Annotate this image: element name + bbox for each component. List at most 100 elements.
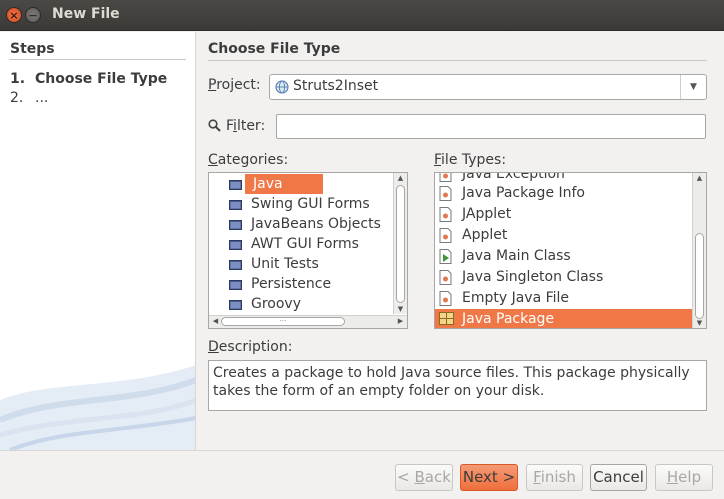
window-title: New File — [52, 6, 120, 22]
steps-panel: Steps 1. Choose File Type 2.... — [0, 32, 196, 450]
description-text: Creates a package to hold Java source fi… — [208, 360, 707, 411]
back-button-mnemonic: B — [414, 468, 425, 486]
file-types-vertical-scrollbar[interactable]: ▲ ▼ — [692, 173, 706, 328]
category-item-persistence[interactable]: Persistence — [209, 274, 399, 294]
step-2: 2.... — [10, 90, 48, 106]
file-type-label: Empty Java File — [462, 290, 570, 306]
scrollbar-thumb[interactable]: ··· — [221, 317, 345, 326]
steps-title: Steps — [10, 41, 55, 57]
filter-label: Filter: — [226, 118, 265, 134]
category-label: Groovy — [251, 296, 301, 312]
java-main-class-icon — [439, 249, 452, 264]
java-file-icon — [439, 173, 452, 182]
file-type-item-java-package-info[interactable]: Java Package Info — [435, 183, 692, 203]
java-file-icon — [439, 207, 452, 222]
help-button-mnemonic: H — [666, 468, 679, 486]
file-type-label: Java Main Class — [462, 248, 571, 264]
file-type-item-empty-java-file[interactable]: Empty Java File — [435, 288, 692, 308]
scroll-up-icon[interactable]: ▲ — [394, 174, 407, 182]
section-title: Choose File Type — [208, 41, 341, 57]
category-label: Swing GUI Forms — [251, 196, 370, 212]
minimize-window-button[interactable]: − — [25, 7, 41, 23]
category-item-awt-gui-forms[interactable]: AWT GUI Forms — [209, 234, 399, 254]
file-type-item-japplet[interactable]: JApplet — [435, 204, 692, 224]
category-item-unit-tests[interactable]: Unit Tests — [209, 254, 399, 274]
scroll-up-icon[interactable]: ▲ — [693, 174, 706, 182]
project-dropdown[interactable]: Struts2Inset ▼ — [269, 74, 707, 100]
category-label: JavaBeans Objects — [251, 216, 381, 232]
scrollbar-thumb[interactable] — [695, 233, 704, 319]
chevron-down-icon[interactable]: ▼ — [680, 75, 706, 99]
step-number: 1. — [10, 71, 26, 87]
scroll-down-icon[interactable]: ▼ — [693, 319, 706, 327]
filter-input[interactable] — [276, 114, 706, 139]
finish-button[interactable]: Finish — [526, 464, 583, 491]
project-label-mnemonic: P — [208, 77, 217, 93]
help-button-label: elp — [678, 468, 702, 486]
steps-divider — [9, 59, 186, 60]
categories-label-text: ategories: — [217, 152, 289, 168]
file-type-item-java-main-class[interactable]: Java Main Class — [435, 246, 692, 266]
file-types-label-mnemonic: F — [434, 152, 442, 168]
project-label: Project: — [208, 77, 261, 93]
filter-label-pre: F — [226, 118, 234, 134]
categories-list[interactable]: Java Swing GUI Forms JavaBeans Objects A… — [208, 172, 408, 329]
file-type-label: JApplet — [462, 206, 512, 222]
folder-icon — [229, 280, 242, 290]
main-panel: Choose File Type Project: Struts2Inset ▼… — [196, 32, 724, 450]
button-bar: < Back Next > Finish Cancel Help — [0, 450, 724, 499]
back-button-prefix: < — [397, 468, 415, 486]
file-types-list[interactable]: Java Exception Java Package Info JApplet… — [434, 172, 707, 329]
category-item-groovy[interactable]: Groovy — [209, 294, 399, 314]
close-window-button[interactable]: × — [6, 7, 22, 23]
file-types-label-text: ile Types: — [441, 152, 507, 168]
category-label: AWT GUI Forms — [251, 236, 359, 252]
decorative-swoosh-graphic — [0, 365, 195, 450]
next-button[interactable]: Next > — [460, 464, 518, 491]
file-type-item-applet[interactable]: Applet — [435, 225, 692, 245]
java-file-icon — [439, 186, 452, 201]
category-label: Persistence — [251, 276, 332, 292]
file-type-item-java-package[interactable]: Java Package — [435, 309, 692, 328]
file-type-label: Java Package Info — [462, 185, 585, 201]
category-item-swing-gui-forms[interactable]: Swing GUI Forms — [209, 194, 399, 214]
categories-label: Categories: — [208, 152, 288, 168]
category-item-javabeans-objects[interactable]: JavaBeans Objects — [209, 214, 399, 234]
title-bar: × − New File — [0, 0, 724, 31]
categories-horizontal-scrollbar[interactable]: ◀ ··· ▶ — [209, 315, 407, 328]
description-label: Description: — [208, 339, 292, 355]
categories-label-mnemonic: C — [208, 152, 218, 168]
java-file-icon — [439, 270, 452, 285]
java-file-icon — [439, 228, 452, 243]
step-1: 1. Choose File Type — [10, 71, 167, 87]
folder-icon — [229, 300, 242, 310]
folder-icon — [229, 220, 242, 230]
search-icon — [208, 119, 221, 132]
category-item-java[interactable]: Java — [245, 174, 323, 194]
step-label: Choose File Type — [35, 71, 168, 87]
cancel-button[interactable]: Cancel — [590, 464, 647, 491]
back-button[interactable]: < Back — [395, 464, 453, 491]
help-button[interactable]: Help — [655, 464, 713, 491]
scroll-right-icon[interactable]: ▶ — [394, 317, 407, 325]
filter-label-text: lter: — [236, 118, 266, 134]
project-globe-icon — [275, 80, 289, 94]
file-type-label: Applet — [462, 227, 508, 243]
project-value: Struts2Inset — [293, 78, 379, 94]
scrollbar-thumb[interactable] — [396, 185, 405, 303]
finish-button-mnemonic: F — [533, 468, 541, 486]
finish-button-label: inish — [540, 468, 576, 486]
step-number: 2. — [10, 90, 24, 106]
file-type-label: Java Package — [462, 311, 555, 327]
file-type-label: Java Singleton Class — [462, 269, 604, 285]
folder-icon — [229, 240, 242, 250]
back-button-label: ack — [424, 468, 451, 486]
project-label-text: roject: — [216, 77, 261, 93]
step-label: ... — [35, 90, 49, 106]
description-label-mnemonic: D — [208, 339, 219, 355]
description-label-text: escription: — [218, 339, 293, 355]
categories-vertical-scrollbar[interactable]: ▲ ▼ — [393, 173, 407, 314]
file-types-label: File Types: — [434, 152, 506, 168]
file-type-item-java-singleton-class[interactable]: Java Singleton Class — [435, 267, 692, 287]
scroll-down-icon[interactable]: ▼ — [394, 305, 407, 313]
